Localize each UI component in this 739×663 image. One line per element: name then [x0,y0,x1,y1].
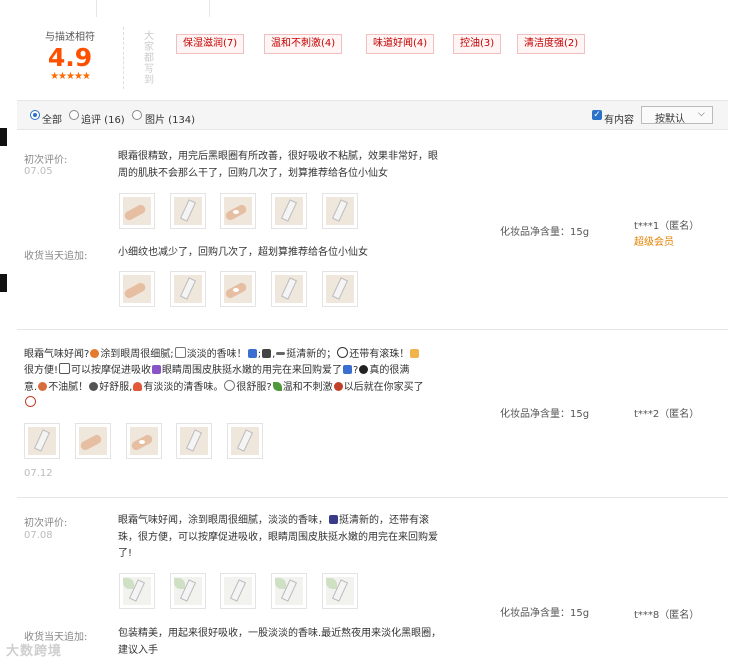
filter-followup-label[interactable]: 追评 (16) [81,111,125,126]
tab-bar [17,0,728,18]
reviewer-name: t***8（匿名） [634,610,700,621]
review-photo[interactable] [126,423,162,459]
review-divider [17,329,728,330]
review-date: 07.05 [24,166,53,177]
dash-icon [276,352,286,355]
review-text: 了! [118,548,133,559]
first-review-label: 初次评价: [24,518,68,529]
edge-mark [0,274,7,292]
reviewer-name: t***1（匿名） [634,221,700,232]
review-photo[interactable] [322,271,358,307]
review-filter-bar: 全部 追评 (16) 图片 (134) ✓ 有内容 按默认 ⌵ [17,100,728,130]
followup-label: 收货当天追加: [24,251,88,262]
review-text: 珠，很方便，可以按摩促进吸收，眼睛周围皮肤挺水嫩的用完在来回购爱 [118,532,438,543]
alarm-clock-icon [90,349,100,358]
face-icon [38,382,48,391]
review-photo[interactable] [322,193,358,229]
leaf-icon [272,382,282,391]
impression-tag[interactable]: 控油(3) [453,34,502,54]
member-badge: 超级会员 [634,237,674,248]
keypad-icon [247,349,257,358]
filter-followup-radio[interactable] [69,110,79,120]
tab-divider [96,0,97,17]
tv-icon [174,347,186,358]
review-date: 07.08 [24,530,53,541]
product-spec: 化妆品净含量：15g [500,608,590,619]
review-photo[interactable] [119,271,155,307]
no-entry-icon [25,396,36,407]
devil-icon [333,382,343,391]
review-photo[interactable] [271,573,307,609]
review-photo[interactable] [170,193,206,229]
has-content-checkbox[interactable]: ✓ [592,110,602,120]
review-photo[interactable] [271,193,307,229]
impression-label: 大家都写到 [144,31,154,86]
review-photo[interactable] [119,573,155,609]
up-arrow-icon [343,365,353,374]
square-icon [59,363,71,374]
followup-text: 小细纹也减少了，回购几次了，超划算推荐给各位小仙女 [118,247,368,258]
impression-tag[interactable]: 保湿滋润(7) [176,34,245,54]
tab-divider [209,0,210,17]
review-photo[interactable] [220,271,256,307]
review-photo[interactable] [119,193,155,229]
review-text: 很方便! 可以按摩促进吸收 眼睛周围皮肤挺水嫩的用完在来回购爱了? 真的很满 [24,363,410,376]
review-text: 眼霜气味好闻? 涂到眼周很细腻; 淡淡的香味！;, 挺清新的； 还带有滚珠！ [24,346,420,363]
product-spec: 化妆品净含量：15g [500,409,590,420]
review-date: 07.12 [24,468,53,479]
filter-all-label[interactable]: 全部 [42,111,62,126]
star-rating: ★★★★★ [50,71,91,82]
review-photo[interactable] [322,573,358,609]
followup-text: 建议入手 [118,645,158,656]
review-text: 眼霜气味好闻，涂到眼周很细腻，淡淡的香味， 挺清新的，还带有滚 [118,515,429,526]
alarm-icon [224,380,236,391]
chevron-down-icon: ⌵ [698,109,705,119]
product-spec: 化妆品净含量：15g [500,227,590,238]
purple-square-icon [152,365,162,374]
review-photo[interactable] [170,573,206,609]
impression-tag[interactable]: 清洁度强(2) [517,34,586,54]
soccer-ball-icon [359,365,369,374]
clock-icon [337,347,349,358]
rating-score: 4.9 [47,43,93,72]
review-text: 眼霜很精致，用完后黑眼圈有所改善，很好吸收不粘腻，效果非常好，眼 [118,151,438,162]
sort-value: 按默认 [655,114,685,125]
review-divider [17,497,728,498]
filter-images-label[interactable]: 图片 (134) [145,111,195,126]
watermark: 大数跨境 [6,644,63,659]
clapper-icon [329,515,338,524]
review-photo[interactable] [176,423,212,459]
followup-text: 包装精美，用起来很好吸收，一股淡淡的香味.最近熬夜用来淡化黑眼圈， [118,628,442,639]
impression-tag[interactable]: 味道好闻(4) [366,34,435,54]
review-text: 意. 不油腻！ 好舒服, 有淡淡的清香味。 很舒服? 温和不刺激 以后就在你家买了 [24,380,424,393]
impression-tag[interactable]: 温和不刺激(4) [264,34,343,54]
review-text [24,395,37,412]
printer-icon [262,349,272,358]
review-photo[interactable] [75,423,111,459]
review-photo[interactable] [170,271,206,307]
review-photo[interactable] [24,423,60,459]
has-content-label[interactable]: 有内容 [604,111,634,126]
review-photo[interactable] [227,423,263,459]
filter-images-radio[interactable] [132,110,142,120]
filter-all-radio[interactable] [30,110,40,120]
thumbs-icon [410,349,420,358]
review-photo[interactable] [271,271,307,307]
review-text: 周的肌肤不会那么干了，回购几次了，划算推荐给各位小仙女 [118,168,388,179]
first-review-label: 初次评价: [24,155,68,166]
edge-mark [0,128,7,146]
score-label: 与描述相符 [45,32,95,43]
spade-icon [89,382,99,391]
reviewer-name: t***2（匿名） [634,409,700,420]
review-photo[interactable] [220,573,256,609]
summary-divider [123,27,124,89]
house-icon [133,382,143,391]
sort-dropdown[interactable]: 按默认 ⌵ [641,106,713,125]
rating-summary: 与描述相符 4.9 ★★★★★ 大家都写到 保湿滋润(7) 温和不刺激(4) 味… [17,17,728,100]
review-photo[interactable] [220,193,256,229]
